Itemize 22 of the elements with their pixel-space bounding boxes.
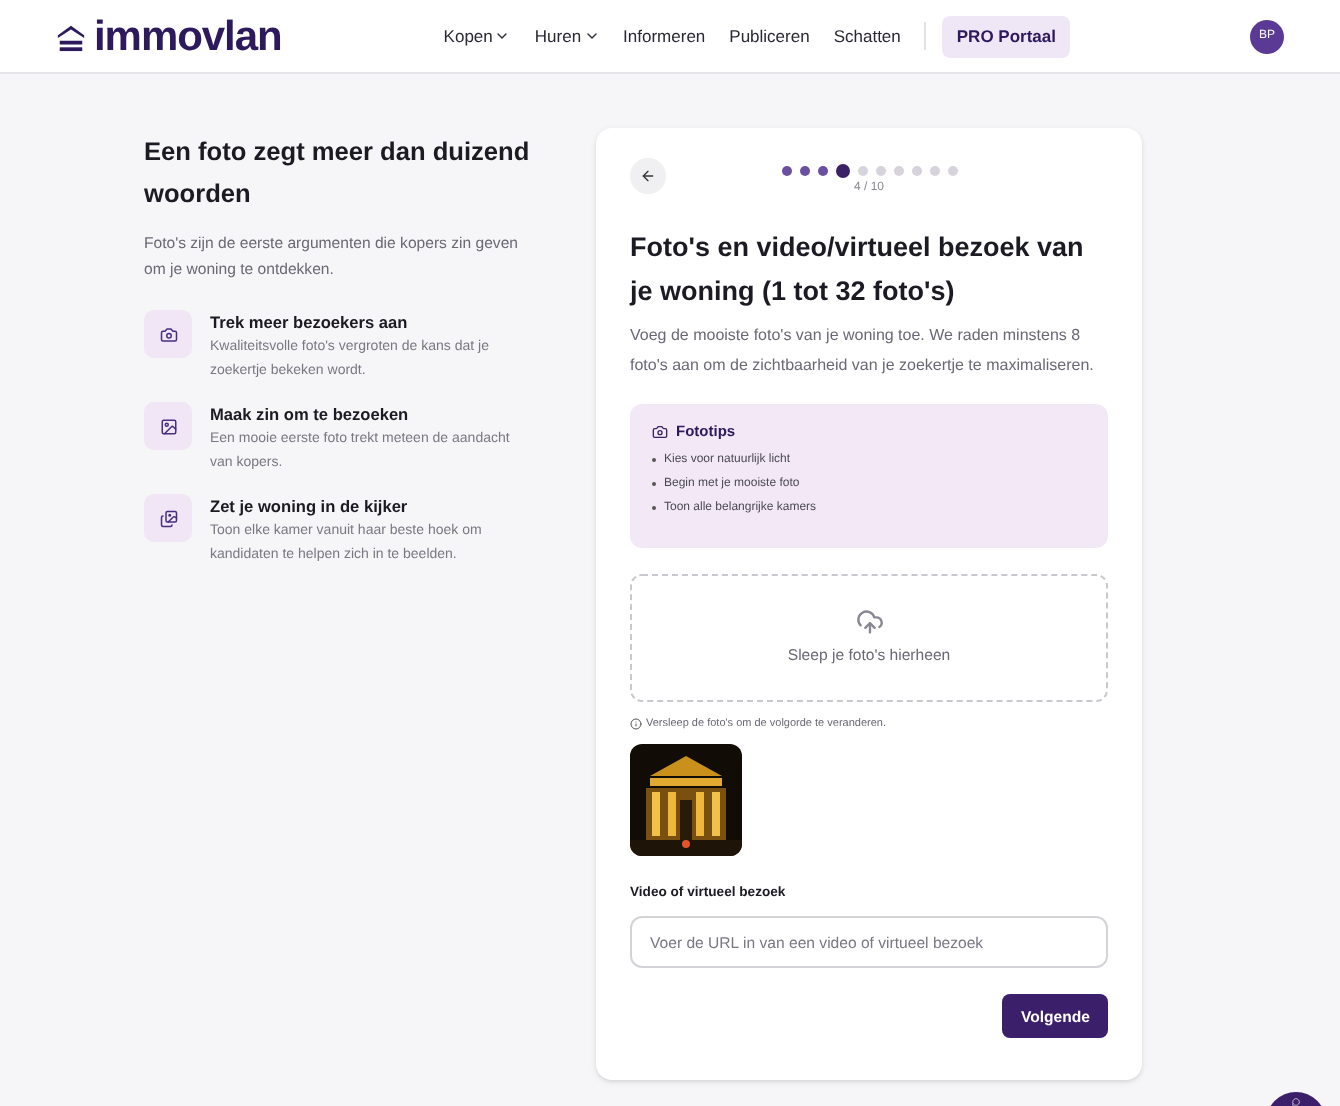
back-arrow-icon <box>640 168 656 184</box>
form-title: Foto's en video/virtueel bezoek van je woning (1 tot 32 foto's) <box>630 230 1086 310</box>
benefit-title: Zet je woning in de kijker <box>210 494 410 518</box>
benefit-title: Trek meer bezoekers aan <box>210 310 410 334</box>
info-icon <box>630 718 642 731</box>
benefit-title: Maak zin om te bezoeken <box>210 402 411 426</box>
intro-title: Een foto zegt meer dan duizend woorden <box>144 134 532 212</box>
camera-icon <box>652 423 668 440</box>
logo-text[interactable]: immovlan <box>94 15 282 57</box>
nav-link[interactable]: Kopen <box>443 23 511 49</box>
pro-portal-button[interactable]: PRO Portaal <box>942 15 1070 57</box>
back-button[interactable] <box>630 158 666 194</box>
image-icon <box>159 417 177 435</box>
nav-link[interactable]: Publiceren <box>729 23 810 49</box>
camera-icon <box>159 325 177 343</box>
nav-link[interactable]: Huren <box>534 23 600 49</box>
image-icon <box>159 509 177 527</box>
logo-icon <box>56 21 86 51</box>
form-text: Voeg de mooiste foto's van je woning toe. We raden minstens 8 foto's aan om de zichtbaarheid van je zoekertje te maximaliseren. <box>630 324 1096 378</box>
nav-link[interactable]: Informeren <box>623 23 706 49</box>
upload-cloud-icon <box>855 608 883 637</box>
nav-link[interactable]: Schatten <box>833 23 901 49</box>
